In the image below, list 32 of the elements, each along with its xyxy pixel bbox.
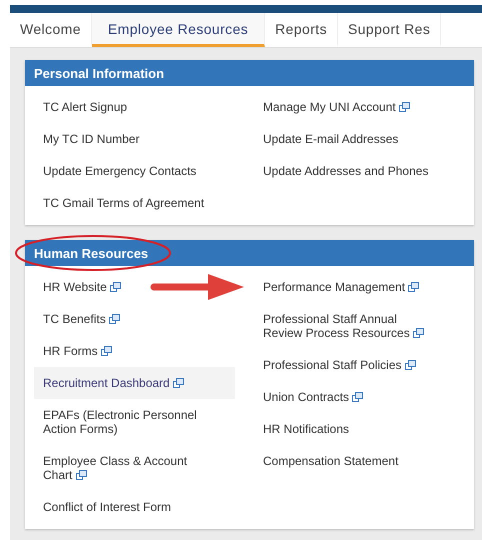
external-link-icon xyxy=(399,102,410,112)
external-link-icon xyxy=(173,378,184,388)
external-link-icon xyxy=(110,282,122,292)
link[interactable]: Conflict of Interest Form xyxy=(43,500,172,514)
link[interactable]: Performance Management xyxy=(263,280,420,294)
link[interactable]: Compensation Statement xyxy=(263,454,398,468)
external-link-icon xyxy=(413,328,424,338)
link[interactable]: HR Notifications xyxy=(263,422,350,436)
link[interactable]: Update E-mail Addresses xyxy=(263,132,398,146)
link[interactable]: TC Gmail Terms of Agreement xyxy=(43,196,204,210)
external-link-icon xyxy=(404,360,416,370)
link[interactable]: My TC ID Number xyxy=(43,132,140,146)
external-link-icon xyxy=(352,392,364,402)
panel-title: Human Resources xyxy=(34,246,148,260)
link[interactable]: EPAFs (Electronic Personnel Action Forms) xyxy=(43,408,208,436)
link[interactable]: Manage My UNI Account xyxy=(263,100,410,114)
panel-title: Personal Information xyxy=(34,66,164,80)
external-link-icon xyxy=(76,470,87,480)
tab[interactable]: Employee Resources xyxy=(92,13,266,47)
link[interactable]: Professional Staff Annual Review Process Resources xyxy=(263,312,433,340)
link[interactable]: Employee Class & Account Chart xyxy=(43,454,208,482)
link[interactable]: HR Website xyxy=(43,280,122,294)
external-link-icon xyxy=(408,282,420,292)
external-link-icon xyxy=(109,314,120,324)
link[interactable]: Union Contracts xyxy=(263,390,364,404)
link[interactable]: TC Alert Signup xyxy=(43,100,128,114)
link[interactable]: Update Emergency Contacts xyxy=(43,164,196,178)
external-link-icon xyxy=(101,346,112,356)
link[interactable]: TC Benefits xyxy=(43,312,120,326)
link[interactable]: Update Addresses and Phones xyxy=(263,164,428,178)
link[interactable]: Professional Staff Policies xyxy=(263,358,416,372)
link[interactable]: HR Forms xyxy=(43,344,112,358)
